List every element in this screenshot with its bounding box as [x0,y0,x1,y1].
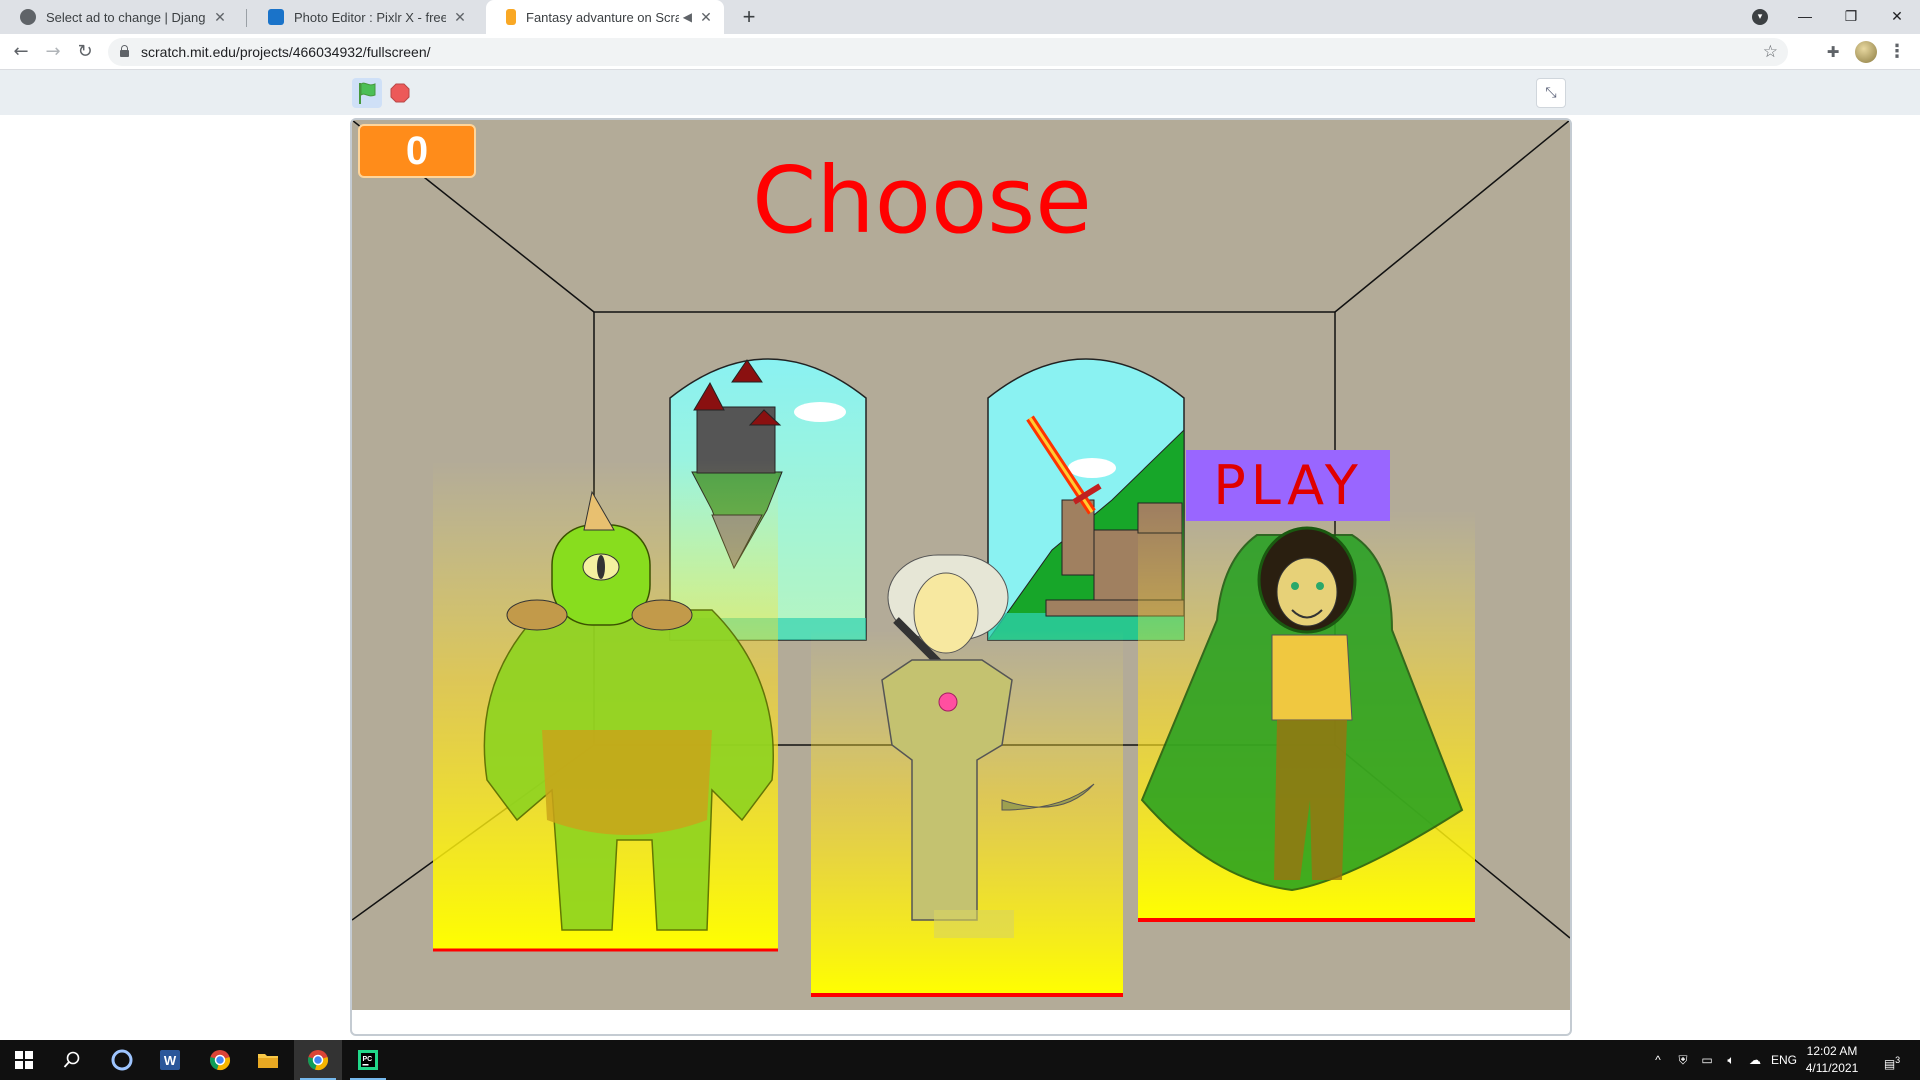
clock-date: 4/11/2021 [1805,1061,1859,1075]
notification-count: 3 [1895,1055,1901,1065]
close-tab-icon[interactable]: ✕ [212,9,228,26]
volume-icon[interactable]: 🔈︎ [1720,1040,1742,1080]
new-tab-button[interactable]: + [736,4,762,30]
folder-icon [258,1054,278,1068]
windows-taskbar: W PC ^ ⛨ ▭ 🔈︎ ☁ ENG 12:02 AM 4/11/2021 ▤… [0,1040,1920,1080]
scratch-stage-frame: 0 Choose PLAY [350,118,1572,1036]
tab-title: Select ad to change | Django site [46,9,206,25]
word-icon: W [160,1050,180,1070]
character-cyclops [433,460,778,952]
reload-icon[interactable]: ↻ [72,39,98,65]
character-ranger [1138,510,1475,922]
green-flag-icon [359,82,376,104]
speaker-muted-icon[interactable]: ◀ [683,10,692,24]
close-tab-icon[interactable]: ✕ [452,9,468,26]
taskbar-pycharm[interactable]: PC [344,1040,392,1080]
clock-time: 12:02 AM [1806,1044,1858,1058]
taskbar-chrome-active[interactable] [294,1040,342,1080]
play-button[interactable]: PLAY [1186,450,1390,521]
tab-scratch[interactable]: Fantasy advanture on Scratch ◀ ✕ [486,0,724,34]
forward-arrow-icon[interactable]: → [40,39,66,65]
tab-divider [246,9,247,27]
network-icon[interactable]: ▭ [1696,1040,1718,1080]
language-indicator[interactable]: ENG [1768,1040,1800,1080]
notification-icon: ▤ [1883,1057,1896,1071]
close-window-button[interactable]: ✕ [1874,0,1920,34]
bookmark-star-icon[interactable]: ☆ [1763,38,1778,66]
taskbar-file-explorer[interactable] [244,1040,292,1080]
search-icon [63,1051,80,1068]
taskbar-word[interactable]: W [146,1040,194,1080]
lock-icon [120,45,129,57]
tab-title: Fantasy advanture on Scratch [526,9,679,25]
pixlr-icon [268,9,284,25]
stop-button[interactable] [390,83,410,103]
search-button[interactable] [48,1040,96,1080]
action-center-button[interactable]: ▤3 [1872,1040,1912,1080]
address-bar[interactable]: scratch.mit.edu/projects/466034932/fulls… [108,38,1788,66]
system-clock[interactable]: 12:02 AM 4/11/2021 [1800,1043,1864,1077]
browser-toolbar: ← → ↻ scratch.mit.edu/projects/466034932… [0,34,1920,70]
chrome-icon [210,1050,230,1071]
windows-start-button[interactable] [0,1040,48,1080]
cortana-icon [111,1049,133,1071]
url-text: scratch.mit.edu/projects/466034932/fulls… [141,44,431,60]
restore-button[interactable]: ❐ [1828,0,1874,34]
svg-text:PC: PC [363,1056,373,1063]
extensions-puzzle-icon[interactable]: ✚ [1823,42,1843,62]
scratch-controls-bar: ⤡ [0,70,1920,115]
tab-pixlr[interactable]: Photo Editor : Pixlr X - free image ✕ [248,0,478,34]
stop-sign-icon [390,83,410,103]
chrome-icon [308,1050,328,1071]
tab-title: Photo Editor : Pixlr X - free image [294,9,446,25]
show-hidden-icons-chevron[interactable]: ^ [1648,1040,1668,1080]
tab-search-icon[interactable]: ▾ [1752,9,1768,25]
close-tab-icon[interactable]: ✕ [698,9,714,26]
onedrive-cloud-icon[interactable]: ☁ [1744,1040,1766,1080]
scratch-stage[interactable]: 0 Choose PLAY [352,120,1570,1010]
profile-avatar[interactable] [1855,41,1877,63]
cortana-button[interactable] [98,1040,146,1080]
scratch-icon [506,9,516,25]
taskbar-chrome[interactable] [196,1040,244,1080]
back-arrow-icon[interactable]: ← [8,39,34,65]
svg-text:W: W [164,1053,177,1068]
tab-django-admin[interactable]: Select ad to change | Django site ✕ [0,0,238,34]
defender-shield-icon[interactable]: ⛨ [1672,1040,1694,1080]
globe-icon [20,9,36,25]
windows-logo-icon [15,1051,33,1069]
score-display: 0 [358,124,476,178]
browser-tab-strip: Select ad to change | Django site ✕ Phot… [0,0,1920,34]
exit-fullscreen-button[interactable]: ⤡ [1536,78,1566,108]
pycharm-icon: PC [358,1050,378,1070]
menu-dots-icon[interactable]: ⋮ [1888,39,1906,65]
minimize-button[interactable]: — [1782,0,1828,34]
choose-heading: Choose [752,147,1092,254]
green-flag-button[interactable] [352,78,382,108]
